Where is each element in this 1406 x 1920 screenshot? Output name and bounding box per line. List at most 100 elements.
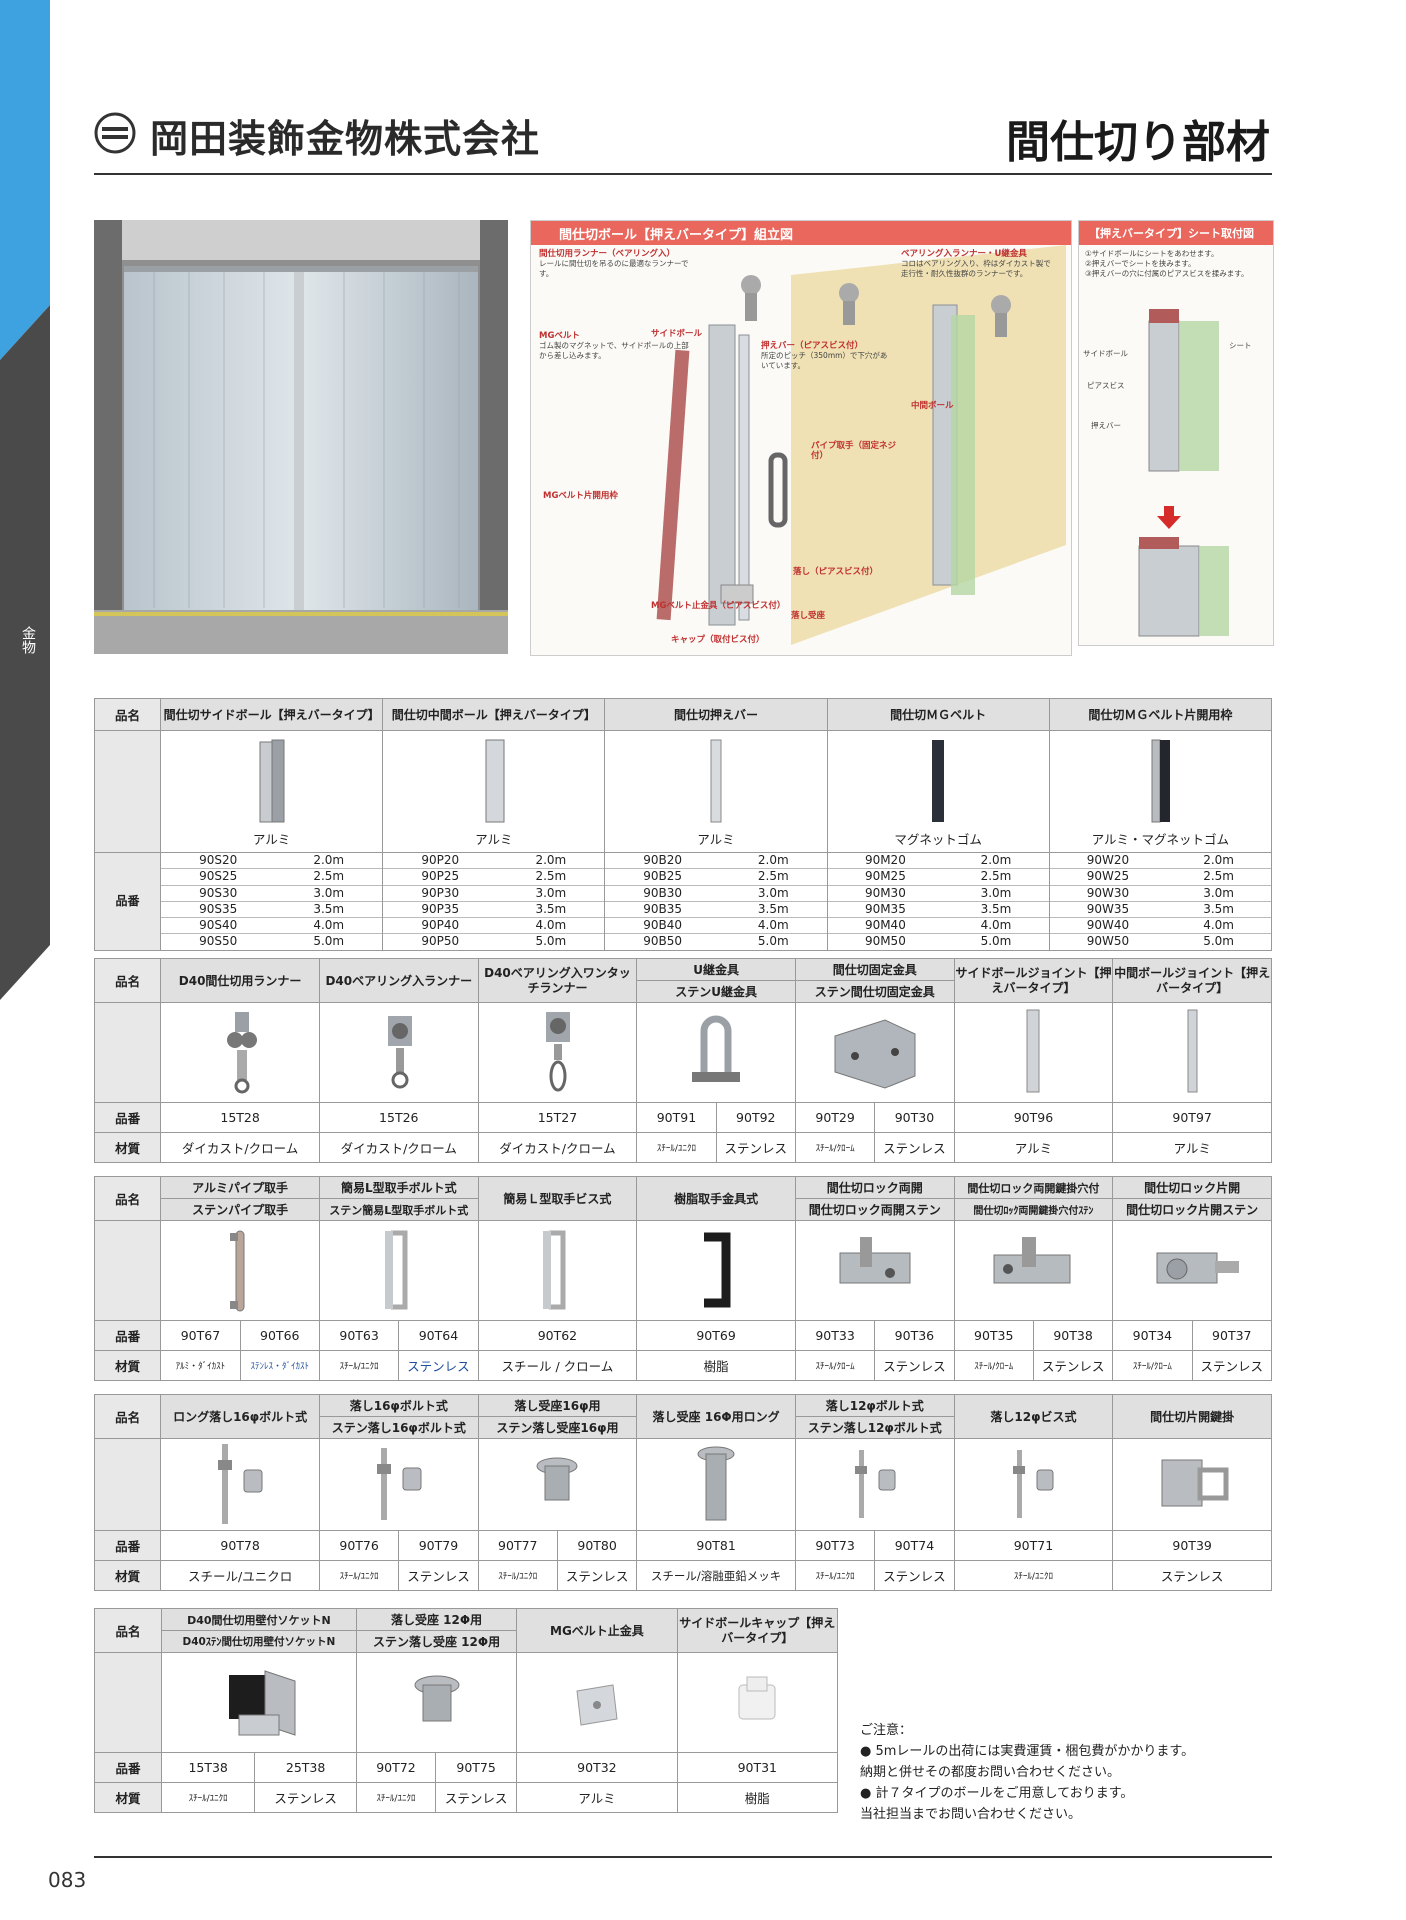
center-pole-cell: アルミ: [382, 730, 606, 853]
latch16-image: [318, 1438, 479, 1531]
side-pole-image: [259, 739, 285, 822]
code-cell: 90T32: [516, 1752, 678, 1783]
code-length-row: 90W50 5.0m: [1050, 934, 1270, 949]
assembly-diagram-title: 間仕切ボール【押えバータイプ】組立図: [531, 221, 1071, 245]
length: 3.5m: [313, 901, 345, 916]
material-cell: スチール/溶融亜鉛メッキ: [636, 1560, 796, 1591]
pipe-handle-annotation: パイプ取手（固定ネジ付）: [811, 441, 897, 461]
fixing-bracket-name: 間仕切固定金具: [794, 958, 955, 981]
code-length-row: 90P35 3.5m: [383, 901, 604, 919]
material-cell: スチール/ユニクロ: [160, 1560, 320, 1591]
length: 4.0m: [313, 918, 345, 933]
part-code: 90M40: [864, 918, 906, 933]
sheet-side-pole-label: サイドボール: [1083, 349, 1128, 358]
press-bar-codes: 90B20 2.0m 90B25 2.5m 90B30 3.0m 90B35 3.5m 90B4…: [604, 852, 828, 951]
length: 4.0m: [535, 918, 567, 933]
single-keylock-name: 間仕切片開鍵掛: [1112, 1394, 1272, 1439]
side-pole-name: 間仕切サイドボール【押えバータイプ】: [159, 698, 384, 731]
header-rule: [94, 173, 1272, 175]
code-cell: 90T73: [794, 1530, 876, 1561]
length: 5.0m: [1203, 934, 1234, 949]
side-pole-joint-name: サイドボールジョイント【押えバータイプ】: [953, 958, 1114, 1003]
part-code: 90M30: [864, 885, 906, 900]
material-cell: アルミ: [1112, 1132, 1272, 1163]
material-cell: アルミ: [953, 1132, 1114, 1163]
l-handle-screw-image: [477, 1220, 638, 1321]
single-keylock-image: [1112, 1438, 1272, 1531]
mg-frame-name: 間仕切ＭＧベルト片開用枠: [1048, 698, 1273, 731]
code-cell: 90T69: [636, 1320, 796, 1351]
notes-line: 納期と併せその都度お問い合わせください。: [860, 1765, 1121, 1780]
stainless-seat12-name: ステン落し受座 12Φ用: [355, 1630, 518, 1653]
code-cell: 90T34: [1112, 1320, 1193, 1351]
label-code: 品番: [93, 1320, 162, 1351]
mg-stopper-image: [516, 1652, 678, 1753]
bearing-annotation: ベアリング入ランナー・U継金具 コロはベアリング入り、枠はダイカスト製で走行性・耐…: [901, 249, 1051, 278]
stainless-pipe-handle-name: ステンパイプ取手: [160, 1198, 320, 1221]
length: 2.5m: [535, 869, 567, 884]
center-pole-name: 間仕切中間ボール【押えバータイプ】: [382, 698, 606, 731]
lock-single-stainless-name: 間仕切ロック片開ステン: [1112, 1198, 1272, 1221]
material-cell: ｽﾁｰﾙ/ｸﾛｰﾑ: [794, 1132, 876, 1163]
page-number: 083: [48, 1868, 87, 1892]
label-code: 品番: [94, 1752, 162, 1783]
l-handle-bolt-image: [318, 1220, 479, 1321]
part-code: 90M20: [864, 853, 906, 867]
length: 2.5m: [757, 869, 789, 884]
length: 4.0m: [757, 918, 789, 933]
code-length-row: 90W20 2.0m: [1050, 853, 1271, 870]
part-code: 90S35: [199, 901, 238, 916]
code-length-row: 90P25 2.5m: [383, 869, 604, 886]
code-cell: 25T38: [254, 1752, 357, 1783]
label-material: 材質: [93, 1560, 162, 1591]
code-length-row: 90S20 2.0m: [161, 853, 382, 870]
press-bar-annotation: 押えバー（ピアスビス付） 所定のピッチ（350mm）で下穴があいています。: [761, 341, 888, 370]
l-handle-bolt-name: 簡易L型取手ボルト式: [318, 1176, 479, 1199]
side-category-label: 金物: [20, 626, 36, 654]
length: 3.0m: [980, 885, 1012, 900]
code-cell: 90T64: [398, 1320, 479, 1351]
side-pole-joint-image: [953, 1002, 1114, 1103]
code-length-row: 90W35 3.5m: [1050, 902, 1271, 919]
d40-onetouch-runner-image: [477, 1002, 638, 1103]
code-90T92: 90T92: [715, 1102, 796, 1133]
length: 3.0m: [313, 885, 345, 900]
wall-socket-image: [160, 1652, 357, 1753]
seat12-image: [355, 1652, 518, 1753]
long-latch-name: ロング落し16φボルト式: [160, 1394, 320, 1439]
stainless-wall-socket-name: D40ｽﾃﾝ間仕切用壁付ソケットN: [160, 1630, 357, 1653]
resin-handle-image: [636, 1220, 796, 1321]
material-cell: ステンレス: [398, 1560, 479, 1591]
material-cell: ｽﾁｰﾙ/ﾕﾆｸﾛ: [477, 1560, 558, 1591]
latch12-screw-name: 落し12φビス式: [953, 1394, 1114, 1439]
assembly-diagram: 間仕切ボール【押えバータイプ】組立図 間仕切用ランナー（ベアリング入） レールに間…: [530, 220, 1072, 656]
label-material: 材質: [93, 1132, 162, 1163]
latch12-screw-image: [953, 1438, 1114, 1531]
sheet-mount-diagram: 【押えバータイプ】シート取付図 ①サイドボールにシートをあわせます。 ②押えバーで…: [1078, 220, 1274, 646]
runner-table: 品名 D40間仕切用ランナー D40ベアリング入ランナー D40ベアリング入ワン…: [93, 958, 1272, 1163]
length: 3.5m: [757, 901, 789, 916]
stainless-latch16-name: ステン落し16φボルト式: [318, 1416, 479, 1439]
mg-belt-name: 間仕切ＭＧベルト: [826, 698, 1050, 731]
length: 3.5m: [980, 901, 1012, 916]
code-cell: 90T75: [435, 1752, 518, 1783]
code-15T27: 15T27: [477, 1102, 638, 1133]
part-code: 90P35: [421, 901, 460, 916]
side-pole-cap-name: サイドボールキャップ【押えバータイプ】: [676, 1608, 839, 1653]
pole-table: 品名 間仕切サイドボール【押えバータイプ】 間仕切中間ボール【押えバータイプ】 …: [94, 698, 1273, 951]
code-90T96: 90T96: [953, 1102, 1114, 1133]
code-cell: 90T79: [398, 1530, 479, 1561]
material-cell: ｽﾁｰﾙ/ｸﾛｰﾑ: [1112, 1350, 1193, 1381]
part-code: 90P40: [421, 918, 460, 933]
label-code: 品番: [94, 852, 161, 951]
part-code: 90S25: [199, 869, 238, 884]
material-cell: ダイカスト/クローム: [318, 1132, 479, 1163]
page-title: 間仕切り部材: [1006, 117, 1270, 168]
lock-double-keyhole-name: 間仕切ロック両開鍵掛穴付: [953, 1176, 1114, 1199]
code-length-row: 90W40 4.0m: [1050, 918, 1271, 935]
code-90T97: 90T97: [1112, 1102, 1272, 1133]
footer-rule: [94, 1856, 1272, 1858]
label-code: 品番: [93, 1102, 162, 1133]
notes-title: ご注意：: [860, 1723, 913, 1738]
code-cell: 90T72: [355, 1752, 437, 1783]
